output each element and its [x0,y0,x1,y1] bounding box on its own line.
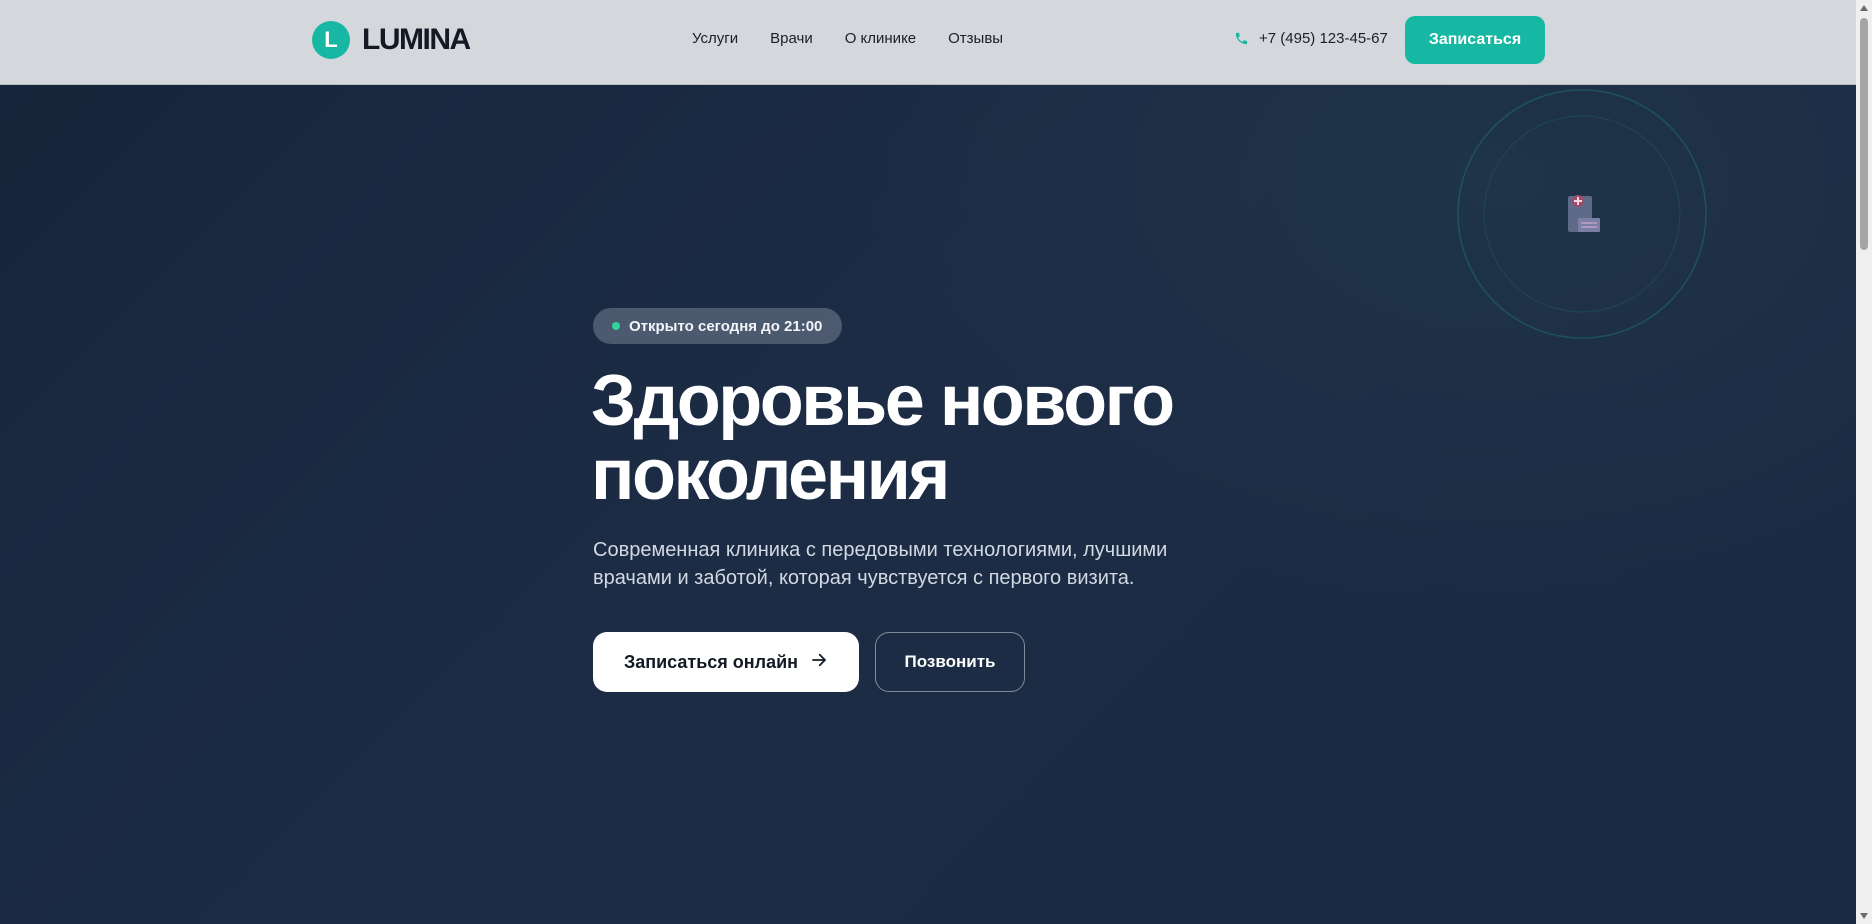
page: L LUMINA Услуги Врачи О клинике Отзывы +… [0,0,1856,924]
scroll-down-arrow-icon[interactable] [1856,908,1872,924]
hospital-icon [1566,192,1602,239]
main-nav: Услуги Врачи О клинике Отзывы [692,30,1003,47]
arrow-right-icon [810,651,828,674]
status-dot [612,322,620,330]
call-button[interactable]: Позвонить [875,632,1025,692]
phone-icon [1234,31,1249,46]
header-book-button[interactable]: Записаться [1405,16,1545,64]
nav-item-reviews[interactable]: Отзывы [948,30,1003,47]
logo-text: LUMINA [362,23,471,56]
hero-subtitle: Современная клиника с передовыми техноло… [593,539,1168,589]
nav-item-about[interactable]: О клинике [845,30,916,47]
badge-text: Открыто сегодня до 21:00 [629,317,823,335]
scroll-up-arrow-icon[interactable] [1856,0,1872,16]
scrollbar-thumb[interactable] [1860,18,1868,250]
scrollbar[interactable] [1856,0,1872,924]
nav-item-services[interactable]: Услуги [692,30,738,47]
phone-number: +7 (495) 123-45-67 [1259,30,1388,47]
header-phone-link[interactable]: +7 (495) 123-45-67 [1234,30,1388,47]
open-status-badge: Открыто сегодня до 21:00 [593,308,843,344]
book-online-label: Записаться онлайн [623,651,799,672]
decorative-rings [1456,88,1708,340]
hero-title-line-1: Здоровье нового [591,361,1175,441]
site-header: L LUMINA Услуги Врачи О клинике Отзывы +… [0,0,1856,85]
hero-title: Здоровье нового поколения [591,364,1291,512]
book-online-button[interactable]: Записаться онлайн [593,632,859,692]
hero-title-line-2: поколения [591,435,950,515]
nav-item-doctors[interactable]: Врачи [770,30,813,47]
logo[interactable]: L LUMINA [312,21,471,59]
logo-mark: L [312,21,350,59]
